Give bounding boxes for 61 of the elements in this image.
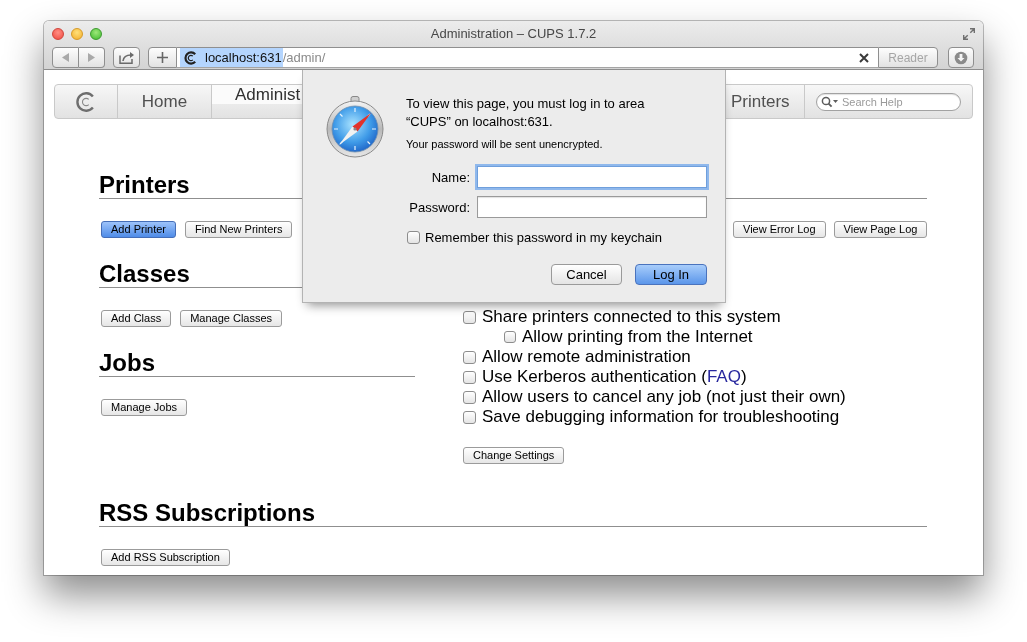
password-field[interactable]: [477, 196, 707, 218]
checkbox-label: Allow printing from the Internet: [522, 327, 753, 347]
share-icon: [118, 51, 135, 64]
name-field[interactable]: [477, 166, 707, 188]
left-triangle-icon: [62, 53, 69, 62]
action-button[interactable]: Add Class: [101, 310, 172, 327]
plus-icon: [157, 52, 168, 63]
section-heading: Jobs: [99, 350, 155, 376]
checkbox[interactable]: [463, 350, 476, 364]
action-button[interactable]: Add RSS Subscription: [101, 549, 230, 566]
right-triangle-icon: [88, 53, 95, 62]
dialog-message: To view this page, you must log in to area “CUPS” on localhost:631.: [406, 95, 646, 131]
search-field[interactable]: Search Help: [816, 92, 961, 111]
close-button[interactable]: [52, 27, 64, 40]
checkbox-label: Allow remote administration: [482, 347, 691, 367]
action-button[interactable]: Add Printer: [101, 221, 177, 238]
action-button[interactable]: Manage Classes: [180, 310, 283, 327]
downloads-button[interactable]: [948, 47, 974, 68]
field-label: Password:: [409, 199, 470, 215]
nav-tab[interactable]: Administ: [212, 85, 302, 104]
share-button[interactable]: [113, 47, 140, 68]
back-button[interactable]: [52, 47, 79, 68]
checkbox-label: Remember this password in my keychain: [425, 229, 662, 245]
checkbox-label: Share printers connected to this system: [482, 307, 781, 327]
compass-icon: [326, 96, 384, 158]
fullscreen-icon[interactable]: [963, 27, 975, 40]
minimize-button[interactable]: [71, 27, 83, 40]
url-path: /admin/: [282, 50, 326, 65]
address-bar[interactable]: localhost:631/admin/: [177, 47, 878, 68]
action-button[interactable]: Change Settings: [463, 447, 565, 464]
action-button[interactable]: Find New Printers: [185, 221, 293, 238]
checkbox-label: Allow users to cancel any job (not just their own): [482, 387, 846, 407]
forward-button[interactable]: [79, 47, 105, 68]
action-button[interactable]: Manage Jobs: [101, 399, 188, 416]
logo-icon: [75, 90, 97, 113]
checkbox[interactable]: [407, 230, 420, 244]
checkbox[interactable]: [504, 331, 516, 343]
checkbox[interactable]: [463, 370, 476, 384]
dialog-button[interactable]: Log In: [635, 264, 707, 285]
field-label: Name:: [431, 169, 470, 185]
zoom-button[interactable]: [90, 27, 102, 40]
checkbox-label: Save debugging information for troubleshooting: [482, 407, 840, 427]
window-title: Administration – CUPS 1.7.2: [430, 26, 597, 41]
inline-link[interactable]: FAQ: [706, 367, 741, 386]
site-logo-icon: [184, 50, 198, 65]
dialog-note: Your password will be sent unencrypted.: [406, 137, 604, 151]
url-host: localhost:631: [205, 50, 282, 65]
checkbox[interactable]: [463, 390, 476, 404]
search-icon: [821, 95, 839, 108]
section-heading: Printers: [99, 172, 190, 198]
add-bookmark-button[interactable]: [148, 47, 177, 68]
action-button[interactable]: View Page Log: [833, 221, 928, 238]
action-button[interactable]: View Error Log: [733, 221, 826, 238]
checkbox-label: Use Kerberos authentication (FAQ): [482, 367, 747, 387]
close-icon[interactable]: [859, 52, 869, 63]
section-heading: Classes: [99, 261, 190, 287]
section-heading: RSS Subscriptions: [99, 500, 316, 526]
checkbox[interactable]: [463, 310, 476, 324]
dialog-button[interactable]: Cancel: [551, 264, 622, 285]
checkbox[interactable]: [463, 410, 476, 424]
download-icon: [954, 50, 968, 65]
